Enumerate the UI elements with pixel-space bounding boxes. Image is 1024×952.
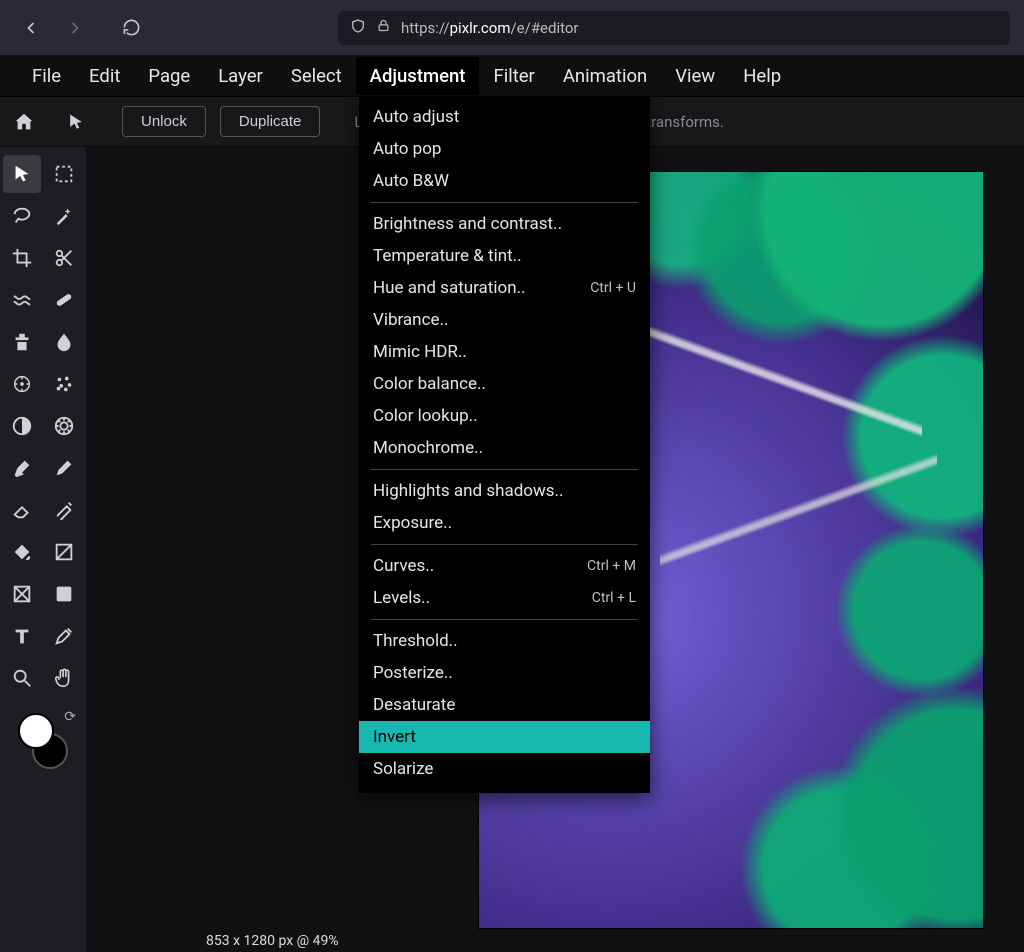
lock-icon (376, 18, 391, 37)
liquify-tool[interactable] (3, 281, 41, 319)
adjustment-exposure[interactable]: Exposure.. (359, 507, 650, 539)
picker-tool[interactable] (45, 617, 83, 655)
forward-button[interactable] (58, 11, 92, 45)
hand-tool[interactable] (45, 659, 83, 697)
adjustment-posterize[interactable]: Posterize.. (359, 657, 650, 689)
adjustment-color-balance[interactable]: Color balance.. (359, 368, 650, 400)
menu-separator (371, 619, 638, 620)
menu-filter[interactable]: Filter (479, 57, 548, 95)
url-text: https://pixlr.com/e/#editor (401, 19, 579, 37)
adjustment-hue-and-saturation[interactable]: Hue and saturation..Ctrl + U (359, 272, 650, 304)
menu-select[interactable]: Select (277, 57, 356, 95)
address-bar[interactable]: https://pixlr.com/e/#editor (338, 11, 1010, 45)
crop-tool[interactable] (3, 239, 41, 277)
color-swatches[interactable]: ⟳ (18, 713, 68, 769)
menu-separator (371, 202, 638, 203)
arrange-cursor-icon[interactable] (62, 108, 90, 136)
adjustment-monochrome[interactable]: Monochrome.. (359, 432, 650, 464)
url-path: /e/#editor (510, 19, 578, 37)
url-prefix: https:// (401, 19, 450, 37)
menu-separator (371, 544, 638, 545)
swap-colors-icon[interactable]: ⟳ (64, 709, 76, 725)
adjustment-threshold[interactable]: Threshold.. (359, 625, 650, 657)
adjustment-menu: Auto adjustAuto popAuto B&W Brightness an… (359, 97, 650, 793)
text-tool[interactable] (3, 617, 41, 655)
adjustment-vibrance[interactable]: Vibrance.. (359, 304, 650, 336)
reload-button[interactable] (114, 11, 148, 45)
browser-toolbar: https://pixlr.com/e/#editor (0, 0, 1024, 55)
wand-tool[interactable] (45, 197, 83, 235)
home-icon[interactable] (10, 108, 38, 136)
status-bar: 853 x 1280 px @ 49% (196, 930, 349, 952)
adjustment-auto-adjust[interactable]: Auto adjust (359, 101, 650, 133)
adjustment-desaturate[interactable]: Desaturate (359, 689, 650, 721)
adjustment-curves[interactable]: Curves..Ctrl + M (359, 550, 650, 582)
adjustment-invert[interactable]: Invert (359, 721, 650, 753)
eraser-tool[interactable] (3, 491, 41, 529)
adjustment-temperature-tint[interactable]: Temperature & tint.. (359, 240, 650, 272)
menu-layer[interactable]: Layer (204, 57, 277, 95)
clone-tool[interactable] (3, 323, 41, 361)
menu-separator (371, 469, 638, 470)
lasso-tool[interactable] (3, 197, 41, 235)
arrange-tool[interactable] (3, 155, 41, 193)
heal-tool[interactable] (45, 281, 83, 319)
adjustment-mimic-hdr[interactable]: Mimic HDR.. (359, 336, 650, 368)
menu-bar: FileEditPageLayerSelectAdjustmentFilterA… (0, 55, 1024, 97)
adjustment-highlights-and-shadows[interactable]: Highlights and shadows.. (359, 475, 650, 507)
menu-help[interactable]: Help (729, 57, 795, 95)
blur-tool[interactable] (45, 323, 83, 361)
menu-view[interactable]: View (661, 57, 729, 95)
shape-tool[interactable] (3, 575, 41, 613)
shield-icon (350, 18, 366, 38)
fill-tool[interactable] (3, 533, 41, 571)
toning-tool[interactable] (3, 407, 41, 445)
replace-color-tool[interactable] (45, 491, 83, 529)
detail-tool[interactable] (3, 365, 41, 403)
gradient-tool[interactable] (45, 533, 83, 571)
disperse-tool[interactable] (45, 365, 83, 403)
back-button[interactable] (14, 11, 48, 45)
menu-edit[interactable]: Edit (75, 57, 134, 95)
menu-page[interactable]: Page (134, 57, 204, 95)
url-domain: pixlr.com (450, 19, 511, 37)
draw-tool[interactable] (45, 449, 83, 487)
toolbox: ⟳ (0, 147, 86, 952)
pen-tool[interactable] (3, 449, 41, 487)
menu-file[interactable]: File (18, 57, 75, 95)
adjustment-brightness-and-contrast[interactable]: Brightness and contrast.. (359, 208, 650, 240)
adjustment-levels[interactable]: Levels..Ctrl + L (359, 582, 650, 614)
marquee-tool[interactable] (45, 155, 83, 193)
duplicate-button[interactable]: Duplicate (220, 106, 321, 137)
menu-adjustment[interactable]: Adjustment (356, 57, 480, 95)
cutout-tool[interactable] (45, 239, 83, 277)
adjustment-solarize[interactable]: Solarize (359, 753, 650, 785)
adjustment-auto-pop[interactable]: Auto pop (359, 133, 650, 165)
temperature-tool[interactable] (45, 407, 83, 445)
adjustment-color-lookup[interactable]: Color lookup.. (359, 400, 650, 432)
foreground-color[interactable] (18, 713, 54, 749)
zoom-tool[interactable] (3, 659, 41, 697)
unlock-button[interactable]: Unlock (122, 106, 206, 137)
menu-animation[interactable]: Animation (549, 57, 661, 95)
frame-tool[interactable] (45, 575, 83, 613)
adjustment-auto-b-w[interactable]: Auto B&W (359, 165, 650, 197)
